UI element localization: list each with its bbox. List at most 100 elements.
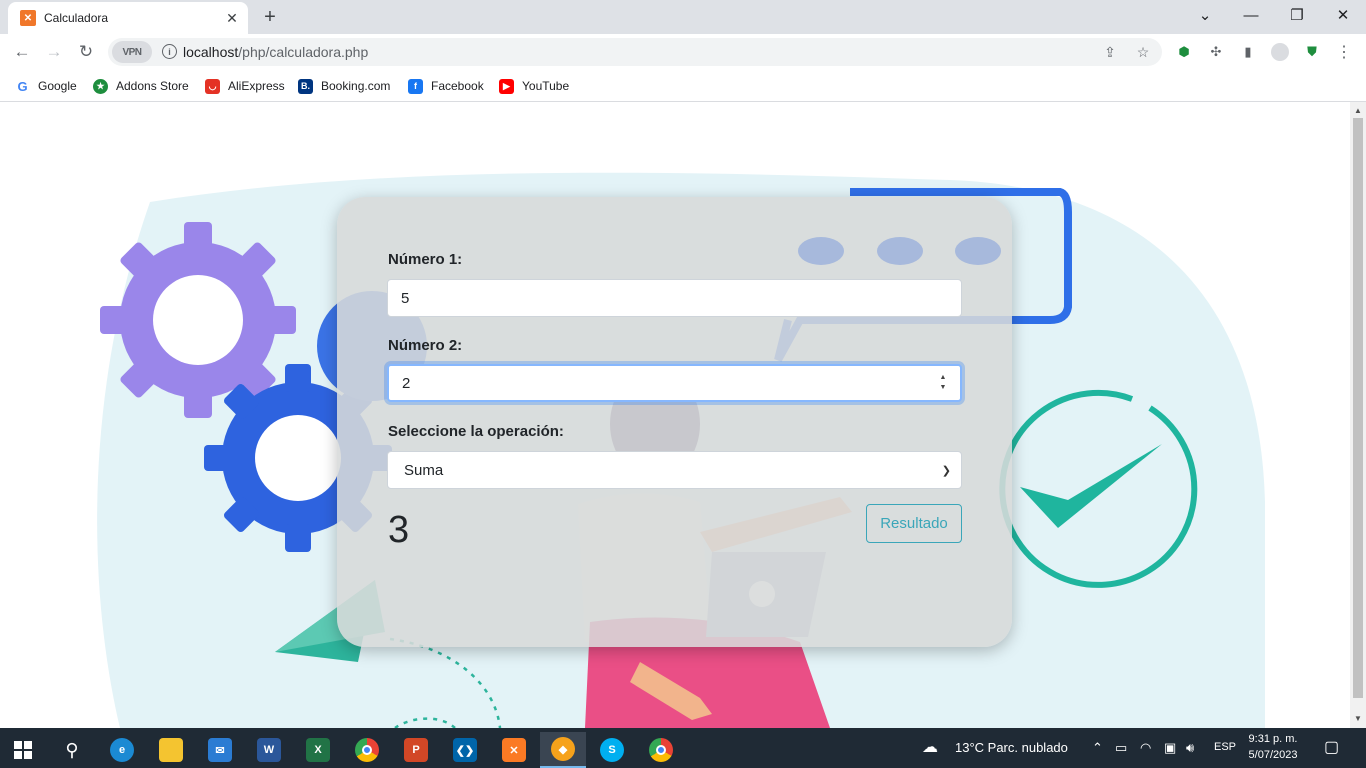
minimize-button[interactable]: ―: [1228, 0, 1274, 30]
battery-icon[interactable]: ▭: [1115, 740, 1127, 756]
bookmark-addons-store[interactable]: ★ Addons Store: [93, 76, 189, 96]
close-window-button[interactable]: ✕: [1320, 0, 1366, 30]
page-scrollbar[interactable]: ▲ ▼: [1350, 102, 1366, 728]
clock-date: 5/07/2023: [1248, 749, 1298, 761]
resultado-button[interactable]: Resultado: [866, 504, 962, 543]
result-value: 3: [388, 509, 410, 551]
num1-value: 5: [401, 289, 410, 307]
scroll-thumb[interactable]: [1353, 118, 1363, 698]
bookmark-label: Addons Store: [116, 79, 189, 93]
operation-selected: Suma: [404, 461, 444, 479]
notifications-icon[interactable]: ▢: [1324, 737, 1339, 757]
page-content: Número 1: 5 Número 2: 2 ▲ ▼ Seleccione la…: [0, 102, 1350, 728]
site-info-icon[interactable]: i: [162, 44, 177, 59]
weather-cloud-icon[interactable]: ☁: [922, 737, 938, 757]
aliexpress-icon: ◡: [205, 78, 220, 94]
profile-avatar-icon[interactable]: [1270, 42, 1290, 62]
bookmark-star-icon[interactable]: ☆: [1133, 42, 1153, 62]
xampp-icon: ✕: [502, 738, 526, 762]
clock[interactable]: 9:31 p. m. 5/07/2023: [1238, 731, 1308, 763]
forward-arrow-icon[interactable]: →: [40, 38, 68, 66]
taskbar-edge[interactable]: e: [99, 732, 145, 768]
num2-label: Número 2:: [388, 337, 463, 354]
powerpoint-icon: P: [404, 738, 428, 762]
scroll-down-icon[interactable]: ▼: [1354, 714, 1362, 723]
taskbar-mail[interactable]: ✉: [197, 732, 243, 768]
xampp-icon: ✕: [20, 10, 36, 26]
edge-icon: e: [110, 738, 134, 762]
excel-icon: X: [306, 738, 330, 762]
taskbar-excel[interactable]: X: [295, 732, 341, 768]
tab-strip: ✕ Calculadora ✕ + ⌄ ― ❐ ✕: [0, 0, 1366, 34]
mail-icon: ✉: [208, 738, 232, 762]
bookmarks-bar: G Google ★ Addons Store ◡ AliExpress B. Book…: [0, 70, 1366, 102]
bookmark-label: Google: [38, 79, 77, 93]
tab-close-icon[interactable]: ✕: [222, 8, 242, 28]
taskbar-powerpoint[interactable]: P: [393, 732, 439, 768]
search-button[interactable]: ⚲: [49, 732, 95, 768]
scroll-up-icon[interactable]: ▲: [1354, 106, 1362, 115]
taskbar-xampp[interactable]: ✕: [491, 732, 537, 768]
taskbar-chrome-profile[interactable]: [638, 732, 684, 768]
security-shield-icon[interactable]: ⛊: [1302, 42, 1322, 62]
youtube-icon: ▶: [499, 78, 514, 94]
address-bar[interactable]: VPN i localhost/php/calculadora.php ⇪ ☆: [108, 38, 1162, 66]
windows-logo-icon: [14, 741, 32, 759]
booking-icon: B.: [298, 78, 313, 94]
start-button[interactable]: [0, 732, 46, 768]
share-icon[interactable]: ⇪: [1100, 42, 1120, 62]
side-panel-icon[interactable]: ▮: [1238, 42, 1258, 62]
tray-chevron-up-icon[interactable]: ⌃: [1092, 740, 1103, 756]
vscode-icon: ❮❯: [453, 738, 477, 762]
taskbar-skype[interactable]: S: [589, 732, 635, 768]
num2-value: 2: [402, 374, 411, 392]
taskbar-word[interactable]: W: [246, 732, 292, 768]
restore-button[interactable]: ❐: [1274, 0, 1320, 30]
vpn-badge[interactable]: VPN: [112, 41, 152, 63]
bookmark-aliexpress[interactable]: ◡ AliExpress: [205, 76, 285, 96]
operation-select[interactable]: Suma ❯: [387, 451, 962, 489]
browser-tab[interactable]: ✕ Calculadora ✕: [8, 2, 248, 34]
brave-icon: ◆: [551, 737, 575, 761]
volume-icon[interactable]: 🔊︎: [1186, 740, 1194, 756]
chrome-profile-icon: [649, 738, 673, 762]
language-indicator[interactable]: ESP: [1214, 741, 1236, 753]
new-tab-button[interactable]: +: [258, 5, 282, 29]
num1-input[interactable]: 5: [387, 279, 962, 317]
tab-search-icon[interactable]: ⌄: [1182, 0, 1228, 30]
weather-text[interactable]: 13°C Parc. nublado: [955, 740, 1068, 755]
network-icon[interactable]: ▣: [1164, 740, 1176, 756]
bookmark-booking[interactable]: B. Booking.com: [298, 76, 390, 96]
wifi-icon[interactable]: ◠: [1140, 740, 1151, 756]
number-spinner-icon[interactable]: ▲ ▼: [938, 373, 948, 393]
skype-icon: S: [600, 738, 624, 762]
bookmark-facebook[interactable]: f Facebook: [408, 76, 484, 96]
back-arrow-icon[interactable]: ←: [8, 38, 36, 66]
bookmark-google[interactable]: G Google: [15, 76, 77, 96]
facebook-icon: f: [408, 78, 423, 94]
url-host: localhost: [183, 44, 239, 60]
search-icon: ⚲: [65, 739, 79, 760]
clock-time: 9:31 p. m.: [1248, 733, 1298, 745]
extensions-puzzle-icon[interactable]: ✣: [1206, 42, 1226, 62]
taskbar-chrome[interactable]: [344, 732, 390, 768]
taskbar-vscode[interactable]: ❮❯: [442, 732, 488, 768]
purple-gear-icon: [100, 222, 296, 418]
bookmark-label: Facebook: [431, 79, 484, 93]
vpn-shield-extension-icon[interactable]: ⬢: [1174, 42, 1194, 62]
num2-input[interactable]: 2 ▲ ▼: [387, 364, 962, 402]
bookmark-label: AliExpress: [228, 79, 285, 93]
addons-store-icon: ★: [93, 78, 108, 94]
browser-toolbar: ← → ↻ VPN i localhost/php/calculadora.ph…: [0, 34, 1366, 70]
num1-label: Número 1:: [388, 251, 463, 268]
folder-icon: [159, 738, 183, 762]
operation-label: Seleccione la operación:: [388, 423, 564, 440]
bookmark-label: YouTube: [522, 79, 570, 93]
bookmark-youtube[interactable]: ▶ YouTube: [499, 76, 569, 96]
google-icon: G: [15, 78, 30, 94]
url-text[interactable]: localhost/php/calculadora.php: [183, 44, 368, 60]
taskbar-file-explorer[interactable]: [148, 732, 194, 768]
taskbar-brave[interactable]: ◆: [540, 732, 586, 768]
menu-kebab-icon[interactable]: ⋮: [1334, 42, 1354, 62]
reload-icon[interactable]: ↻: [72, 38, 100, 66]
